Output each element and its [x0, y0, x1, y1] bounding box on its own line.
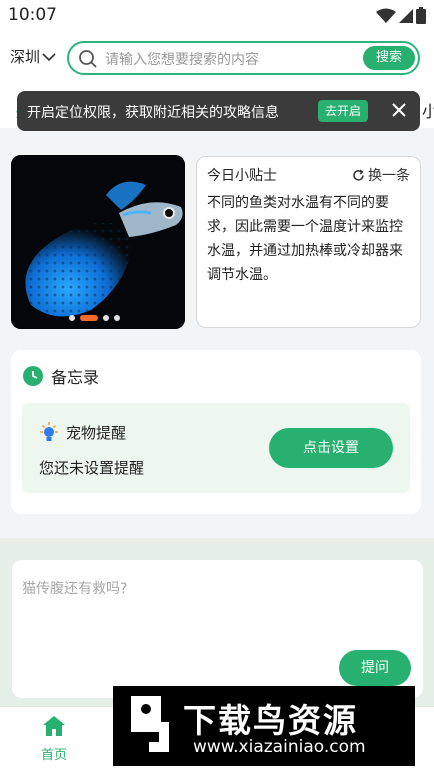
memo-card: 备忘录 宠物提醒 您还未设置提醒 点击设置: [11, 350, 421, 514]
tab-peek[interactable]: 小: [422, 98, 434, 122]
banner-carousel[interactable]: [11, 155, 185, 329]
search-icon: [79, 50, 97, 68]
question-input[interactable]: 猫传腹还有救吗?: [22, 578, 127, 598]
signal-icon: [399, 8, 413, 23]
search-button[interactable]: 搜索: [363, 46, 415, 70]
carousel-dot[interactable]: [69, 315, 75, 321]
pet-reminder-panel: 宠物提醒 您还未设置提醒 点击设置: [22, 403, 410, 493]
pet-reminder-title: 宠物提醒: [66, 423, 127, 442]
status-time: 10:07: [8, 5, 57, 25]
wifi-icon: [376, 8, 396, 23]
tip-title: 今日小贴士: [207, 168, 277, 184]
city-selector[interactable]: 深圳: [10, 46, 56, 67]
toast-message: 开启定位权限，获取附近相关的攻略信息: [27, 105, 279, 121]
refresh-tip-button[interactable]: 换一条: [352, 165, 410, 185]
status-bar: 10:07: [0, 0, 434, 30]
close-icon[interactable]: [390, 101, 408, 119]
ask-question-card: 猫传腹还有救吗? 提问: [12, 560, 423, 698]
bird-logo-icon: [131, 696, 169, 752]
watermark: 下载鸟资源 www.xiazainiao.com: [113, 686, 415, 766]
pet-reminder-header: 宠物提醒: [38, 421, 126, 443]
nav-home[interactable]: 首页: [34, 715, 74, 763]
lightbulb-icon: [40, 422, 58, 441]
watermark-brand: 下载鸟资源: [183, 701, 358, 740]
clock-icon: [23, 366, 43, 386]
enable-location-button[interactable]: 去开启: [318, 100, 368, 122]
carousel-dots: [69, 315, 120, 321]
refresh-icon: [353, 168, 364, 181]
carousel-dot-active[interactable]: [80, 315, 98, 321]
daily-tip-card: 今日小贴士 换一条 不同的鱼类对水温有不同的要求，因此需要一个温度计来监控水温，…: [196, 156, 421, 328]
pet-reminder-desc: 您还未设置提醒: [39, 459, 145, 477]
battery-icon: [416, 7, 426, 24]
carousel-dot[interactable]: [103, 315, 109, 321]
fish-image: [11, 155, 185, 329]
search-bar[interactable]: 请输入您想要搜索的内容 搜索: [67, 41, 420, 75]
tip-body: 不同的鱼类对水温有不同的要求，因此需要一个温度计来监控水温，并通过加热棒或冷却器…: [207, 195, 403, 283]
memo-title: 备忘录: [51, 368, 100, 387]
home-icon: [43, 716, 65, 736]
search-input[interactable]: 请输入您想要搜索的内容: [105, 49, 259, 69]
city-name: 深圳: [10, 48, 41, 66]
watermark-url: www.xiazainiao.com: [193, 737, 366, 757]
memo-header: 备忘录: [23, 364, 99, 388]
carousel-dot[interactable]: [114, 315, 120, 321]
ask-button[interactable]: 提问: [339, 650, 411, 686]
status-icons: [376, 7, 426, 24]
nav-home-label: 首页: [40, 748, 67, 763]
location-permission-toast: 开启定位权限，获取附近相关的攻略信息 去开启: [17, 91, 420, 131]
set-reminder-button[interactable]: 点击设置: [269, 428, 393, 468]
refresh-label: 换一条: [368, 168, 410, 184]
chevron-down-icon: [42, 52, 56, 61]
